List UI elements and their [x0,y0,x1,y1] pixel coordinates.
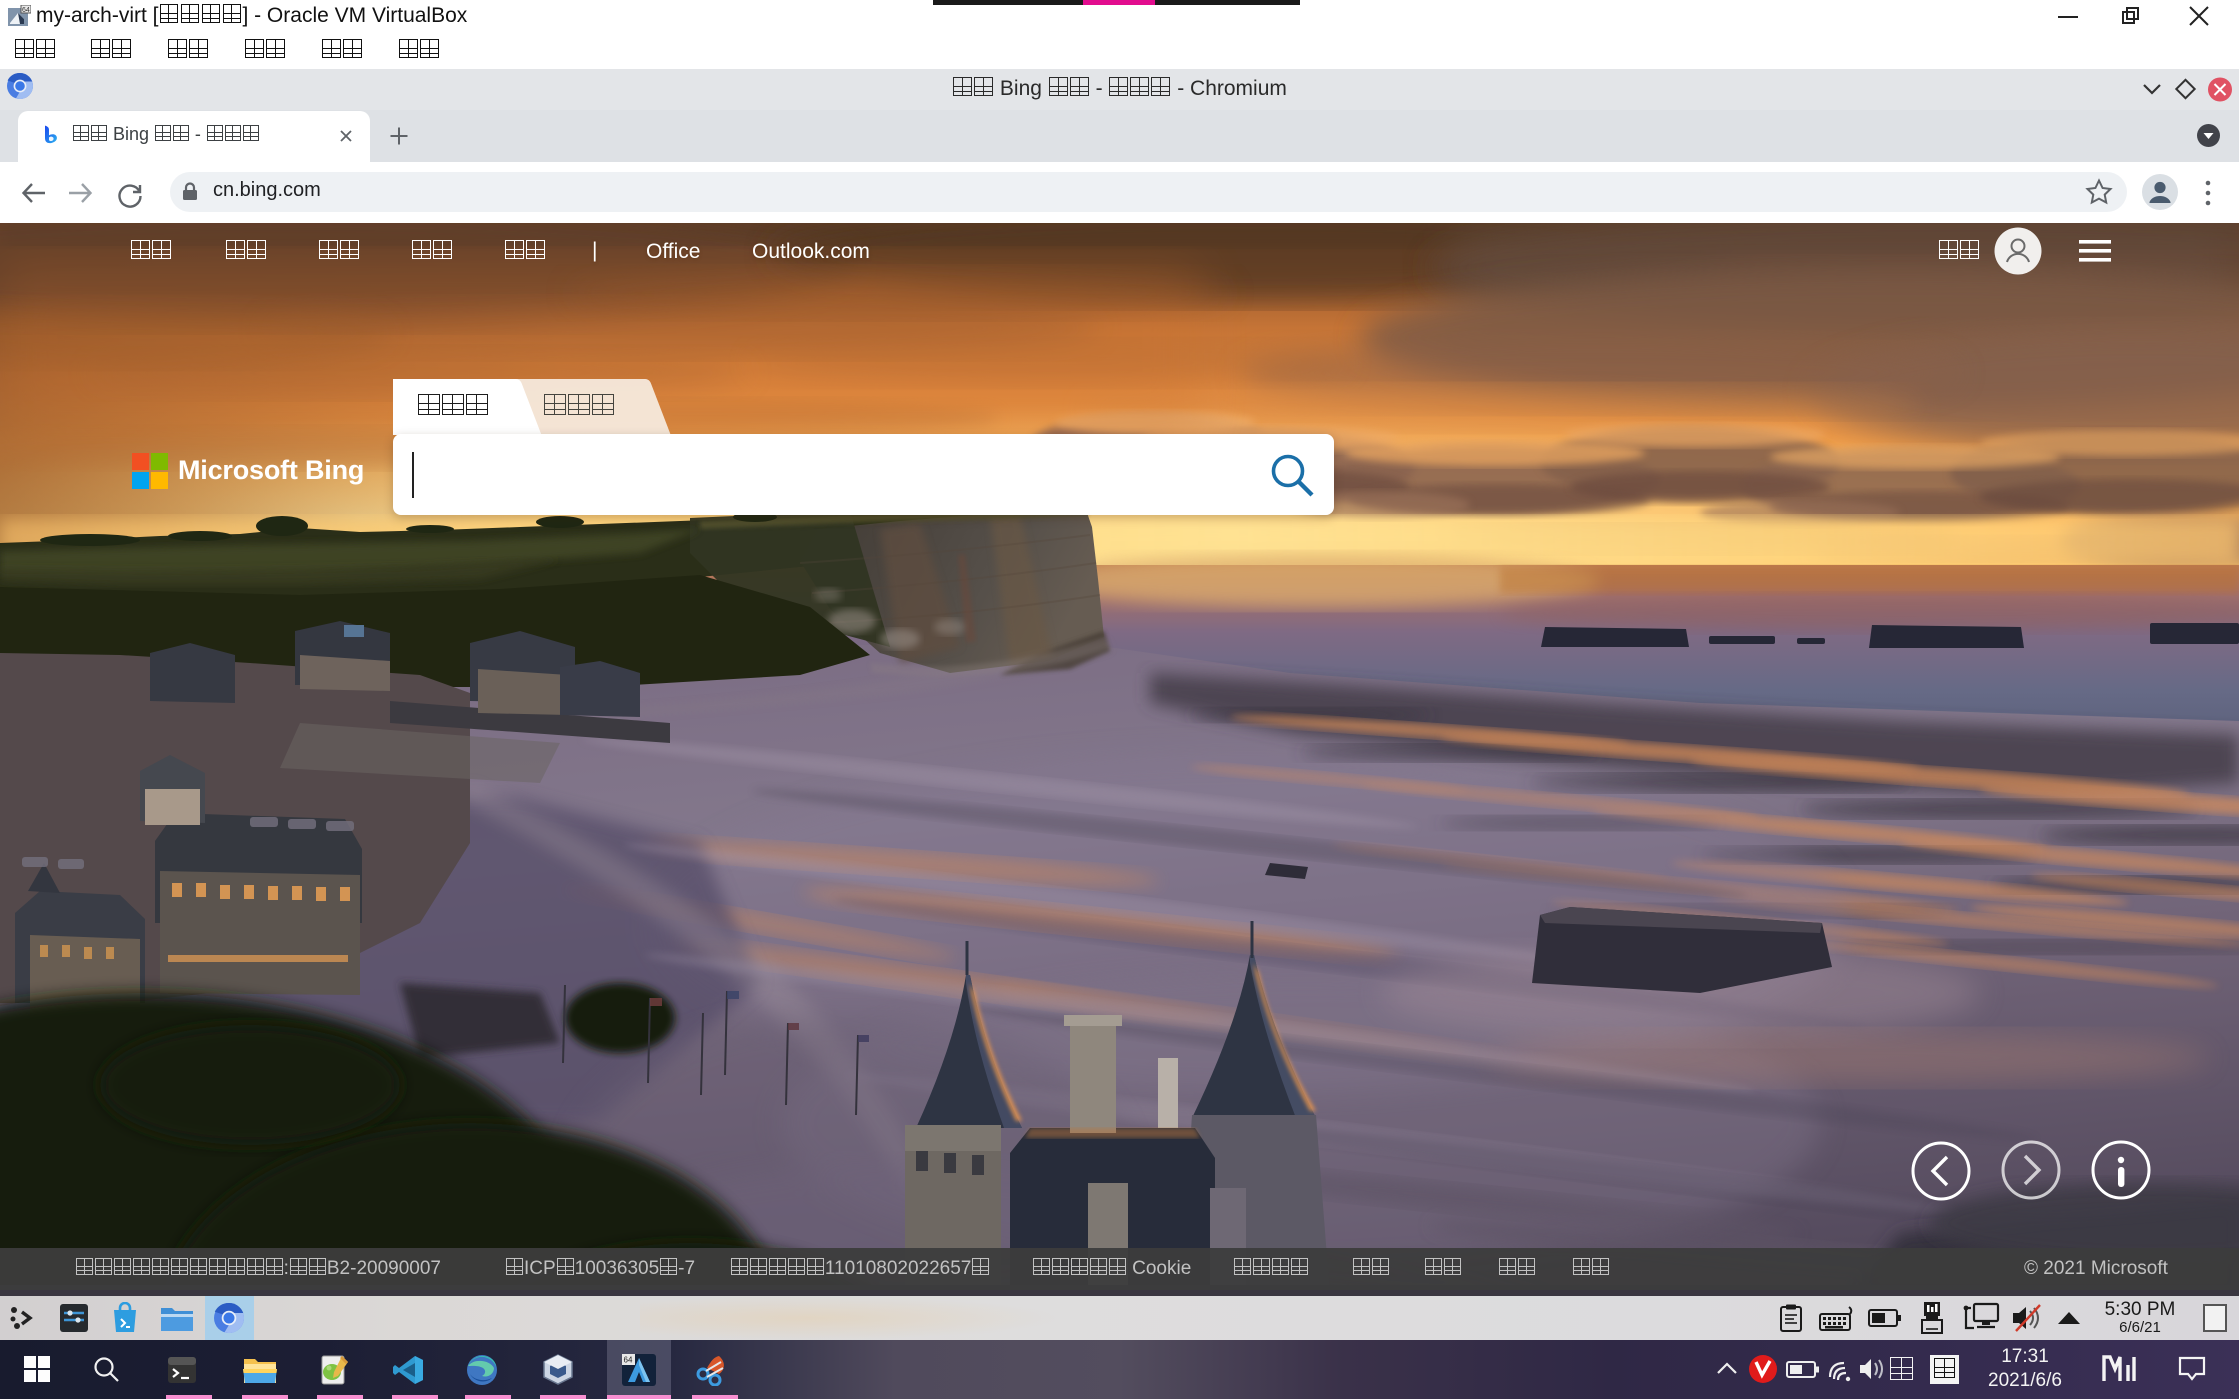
svg-text:64: 64 [22,7,30,14]
svg-text:64: 64 [624,1356,633,1365]
